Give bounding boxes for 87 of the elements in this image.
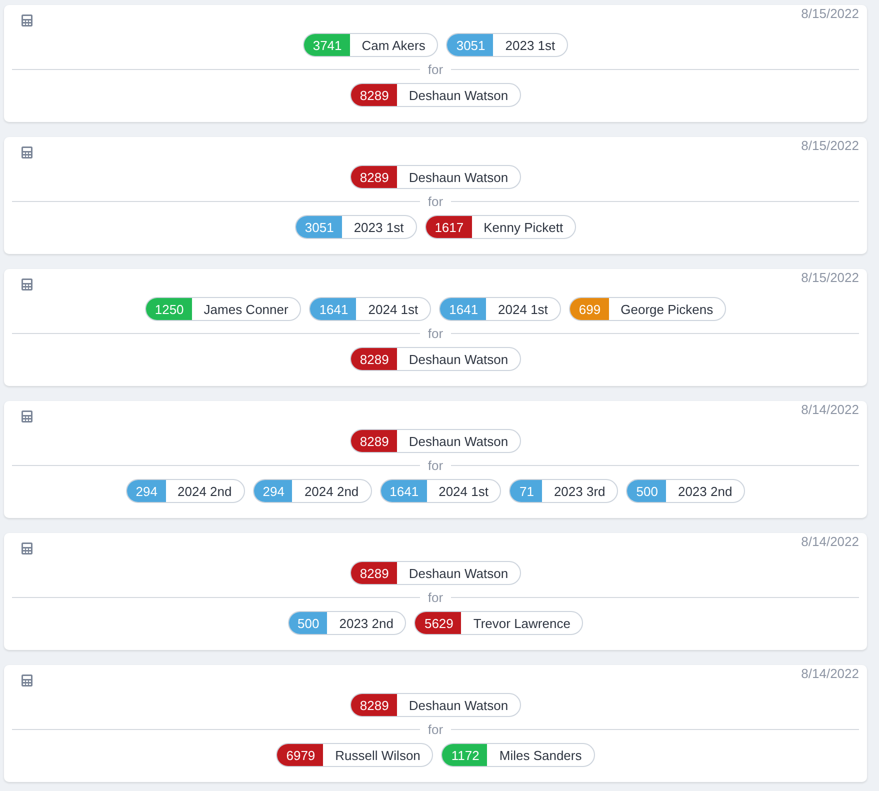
asset-name: 2023 3rd — [552, 482, 606, 500]
asset-chip[interactable]: 5629 Trevor Lawrence — [414, 611, 584, 635]
calculator-icon[interactable] — [21, 278, 33, 291]
asset-name: Trevor Lawrence — [472, 614, 572, 632]
asset-chip[interactable]: 8289 Deshaun Watson — [350, 83, 522, 107]
asset-name: 2023 1st — [504, 36, 556, 54]
asset-name: Deshaun Watson — [408, 564, 510, 582]
asset-name: Deshaun Watson — [408, 696, 510, 714]
asset-name: 2024 2nd — [303, 482, 360, 500]
asset-name: 2023 2nd — [676, 482, 734, 500]
value-badge: 294 — [126, 480, 166, 502]
asset-chip[interactable]: 8289 Deshaun Watson — [350, 429, 522, 453]
asset-chip[interactable]: 500 2023 2nd — [626, 479, 746, 503]
asset-name: Miles Sanders — [498, 746, 583, 764]
for-label: for — [426, 590, 444, 604]
asset-name: Deshaun Watson — [408, 350, 510, 368]
trade-date: 8/14/2022 — [801, 535, 859, 549]
asset-chip[interactable]: 1641 2024 1st — [439, 297, 561, 321]
value-badge: 294 — [254, 480, 292, 502]
value-badge: 8289 — [350, 348, 397, 370]
asset-chip[interactable]: 8289 Deshaun Watson — [350, 165, 522, 189]
asset-chip[interactable]: 1250 James Conner — [144, 297, 302, 321]
value-badge: 6979 — [277, 744, 324, 766]
asset-chip[interactable]: 8289 Deshaun Watson — [350, 347, 522, 371]
asset-chip[interactable]: 3051 2023 1st — [446, 33, 568, 57]
value-badge: 3741 — [304, 34, 350, 56]
for-label: for — [426, 458, 444, 472]
calculator-icon[interactable] — [21, 146, 33, 159]
asset-chip[interactable]: 6979 Russell Wilson — [276, 743, 434, 767]
asset-chip[interactable]: 3741 Cam Akers — [302, 33, 438, 57]
value-badge: 500 — [627, 480, 666, 502]
value-badge: 1641 — [380, 480, 427, 502]
asset-name: 2024 2nd — [176, 482, 233, 500]
value-badge: 8289 — [350, 562, 397, 584]
value-badge: 8289 — [350, 430, 397, 452]
asset-chip[interactable]: 1641 2024 1st — [380, 479, 502, 503]
asset-chip[interactable]: 1172 Miles Sanders — [441, 743, 595, 767]
value-badge: 1641 — [440, 298, 486, 320]
asset-chip[interactable]: 500 2023 2nd — [288, 611, 406, 635]
asset-chip[interactable]: 8289 Deshaun Watson — [350, 561, 522, 585]
for-label: for — [426, 194, 444, 208]
asset-name: Deshaun Watson — [408, 168, 510, 186]
asset-name: George Pickens — [620, 300, 714, 319]
asset-name: 2024 1st — [438, 482, 490, 500]
asset-chip[interactable]: 699 George Pickens — [568, 297, 726, 321]
for-label: for — [426, 62, 444, 76]
trade-date: 8/15/2022 — [801, 139, 859, 153]
asset-name: 2024 1st — [367, 300, 420, 318]
value-badge: 1617 — [426, 216, 472, 238]
calculator-icon[interactable] — [21, 674, 33, 687]
asset-name: Deshaun Watson — [408, 86, 510, 104]
for-label: for — [426, 722, 444, 736]
calculator-icon[interactable] — [21, 542, 33, 555]
trade-date: 8/14/2022 — [801, 667, 859, 681]
asset-chip[interactable]: 1617 Kenny Pickett — [424, 215, 576, 239]
asset-name: Russell Wilson — [334, 746, 422, 764]
value-badge: 1250 — [146, 298, 192, 320]
asset-chip[interactable]: 8289 Deshaun Watson — [350, 693, 522, 717]
asset-name: Deshaun Watson — [408, 432, 510, 450]
value-badge: 71 — [510, 480, 542, 502]
value-badge: 500 — [288, 612, 328, 634]
trade-date: 8/14/2022 — [801, 403, 859, 417]
asset-chip[interactable]: 294 2024 2nd — [252, 479, 372, 503]
asset-name: Cam Akers — [360, 36, 426, 54]
asset-chip[interactable]: 71 2023 3rd — [509, 479, 618, 503]
asset-name: Kenny Pickett — [482, 218, 564, 237]
asset-name: 2024 1st — [497, 300, 549, 318]
trade-date: 8/15/2022 — [801, 7, 859, 21]
value-badge: 8289 — [350, 694, 397, 716]
value-badge: 1172 — [442, 744, 488, 766]
asset-name: 2023 2nd — [338, 614, 394, 632]
calculator-icon[interactable] — [21, 410, 33, 423]
asset-name: 2023 1st — [352, 218, 405, 236]
trade-date: 8/15/2022 — [801, 271, 859, 285]
asset-name: James Conner — [202, 300, 290, 318]
value-badge: 3051 — [296, 216, 342, 238]
for-label: for — [426, 326, 444, 340]
asset-chip[interactable]: 1641 2024 1st — [309, 297, 432, 321]
value-badge: 8289 — [350, 166, 397, 188]
value-badge: 3051 — [447, 34, 494, 56]
value-badge: 699 — [570, 298, 609, 320]
value-badge: 8289 — [350, 84, 397, 106]
value-badge: 5629 — [415, 612, 462, 634]
calculator-icon[interactable] — [21, 14, 33, 27]
value-badge: 1641 — [310, 298, 356, 320]
asset-chip[interactable]: 3051 2023 1st — [294, 215, 417, 239]
asset-chip[interactable]: 294 2024 2nd — [126, 479, 245, 503]
